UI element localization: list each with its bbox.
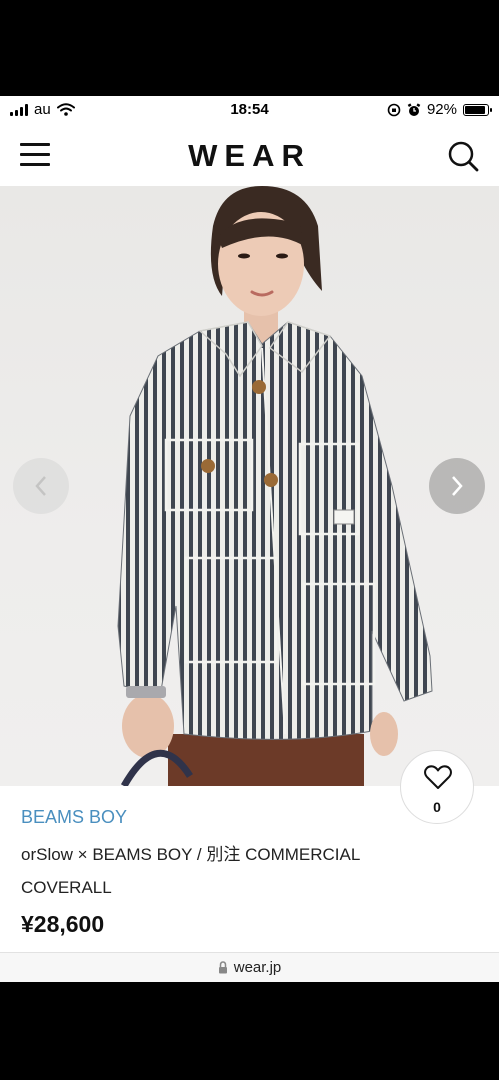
battery-fill	[465, 105, 486, 114]
model-illustration	[117, 186, 433, 786]
url-wrap: wear.jp	[0, 959, 499, 976]
browser-url-bar[interactable]: wear.jp	[0, 952, 499, 982]
site-logo[interactable]: WEAR	[0, 138, 499, 174]
item-price: ¥28,600	[21, 911, 105, 937]
status-bar: au 18:54 92%	[0, 96, 499, 124]
like-count: 0	[433, 799, 441, 815]
next-image-button[interactable]	[429, 458, 485, 514]
battery-percent: 92%	[426, 101, 457, 118]
brand-link[interactable]: BEAMS BOY	[21, 807, 127, 828]
chevron-right-icon	[452, 476, 463, 496]
heart-icon	[424, 765, 452, 789]
status-right: 92%	[387, 101, 492, 118]
battery-icon	[463, 103, 492, 116]
url-text: wear.jp	[233, 959, 282, 976]
alarm-icon	[407, 102, 421, 116]
lock-icon	[218, 961, 227, 974]
chevron-left-icon	[35, 476, 46, 496]
item-name: orSlow × BEAMS BOY / 別注 COMMERCIAL COVER…	[21, 845, 360, 897]
like-button[interactable]: 0	[400, 750, 474, 824]
search-icon[interactable]	[447, 140, 479, 172]
orientation-lock-icon	[387, 103, 401, 116]
prev-image-button[interactable]	[13, 458, 69, 514]
site-header: WEAR	[0, 124, 499, 186]
product-image[interactable]	[0, 186, 499, 786]
phone-screen: au 18:54 92% WEAR 0 BEAMS BOY orSlow × B…	[0, 96, 499, 982]
